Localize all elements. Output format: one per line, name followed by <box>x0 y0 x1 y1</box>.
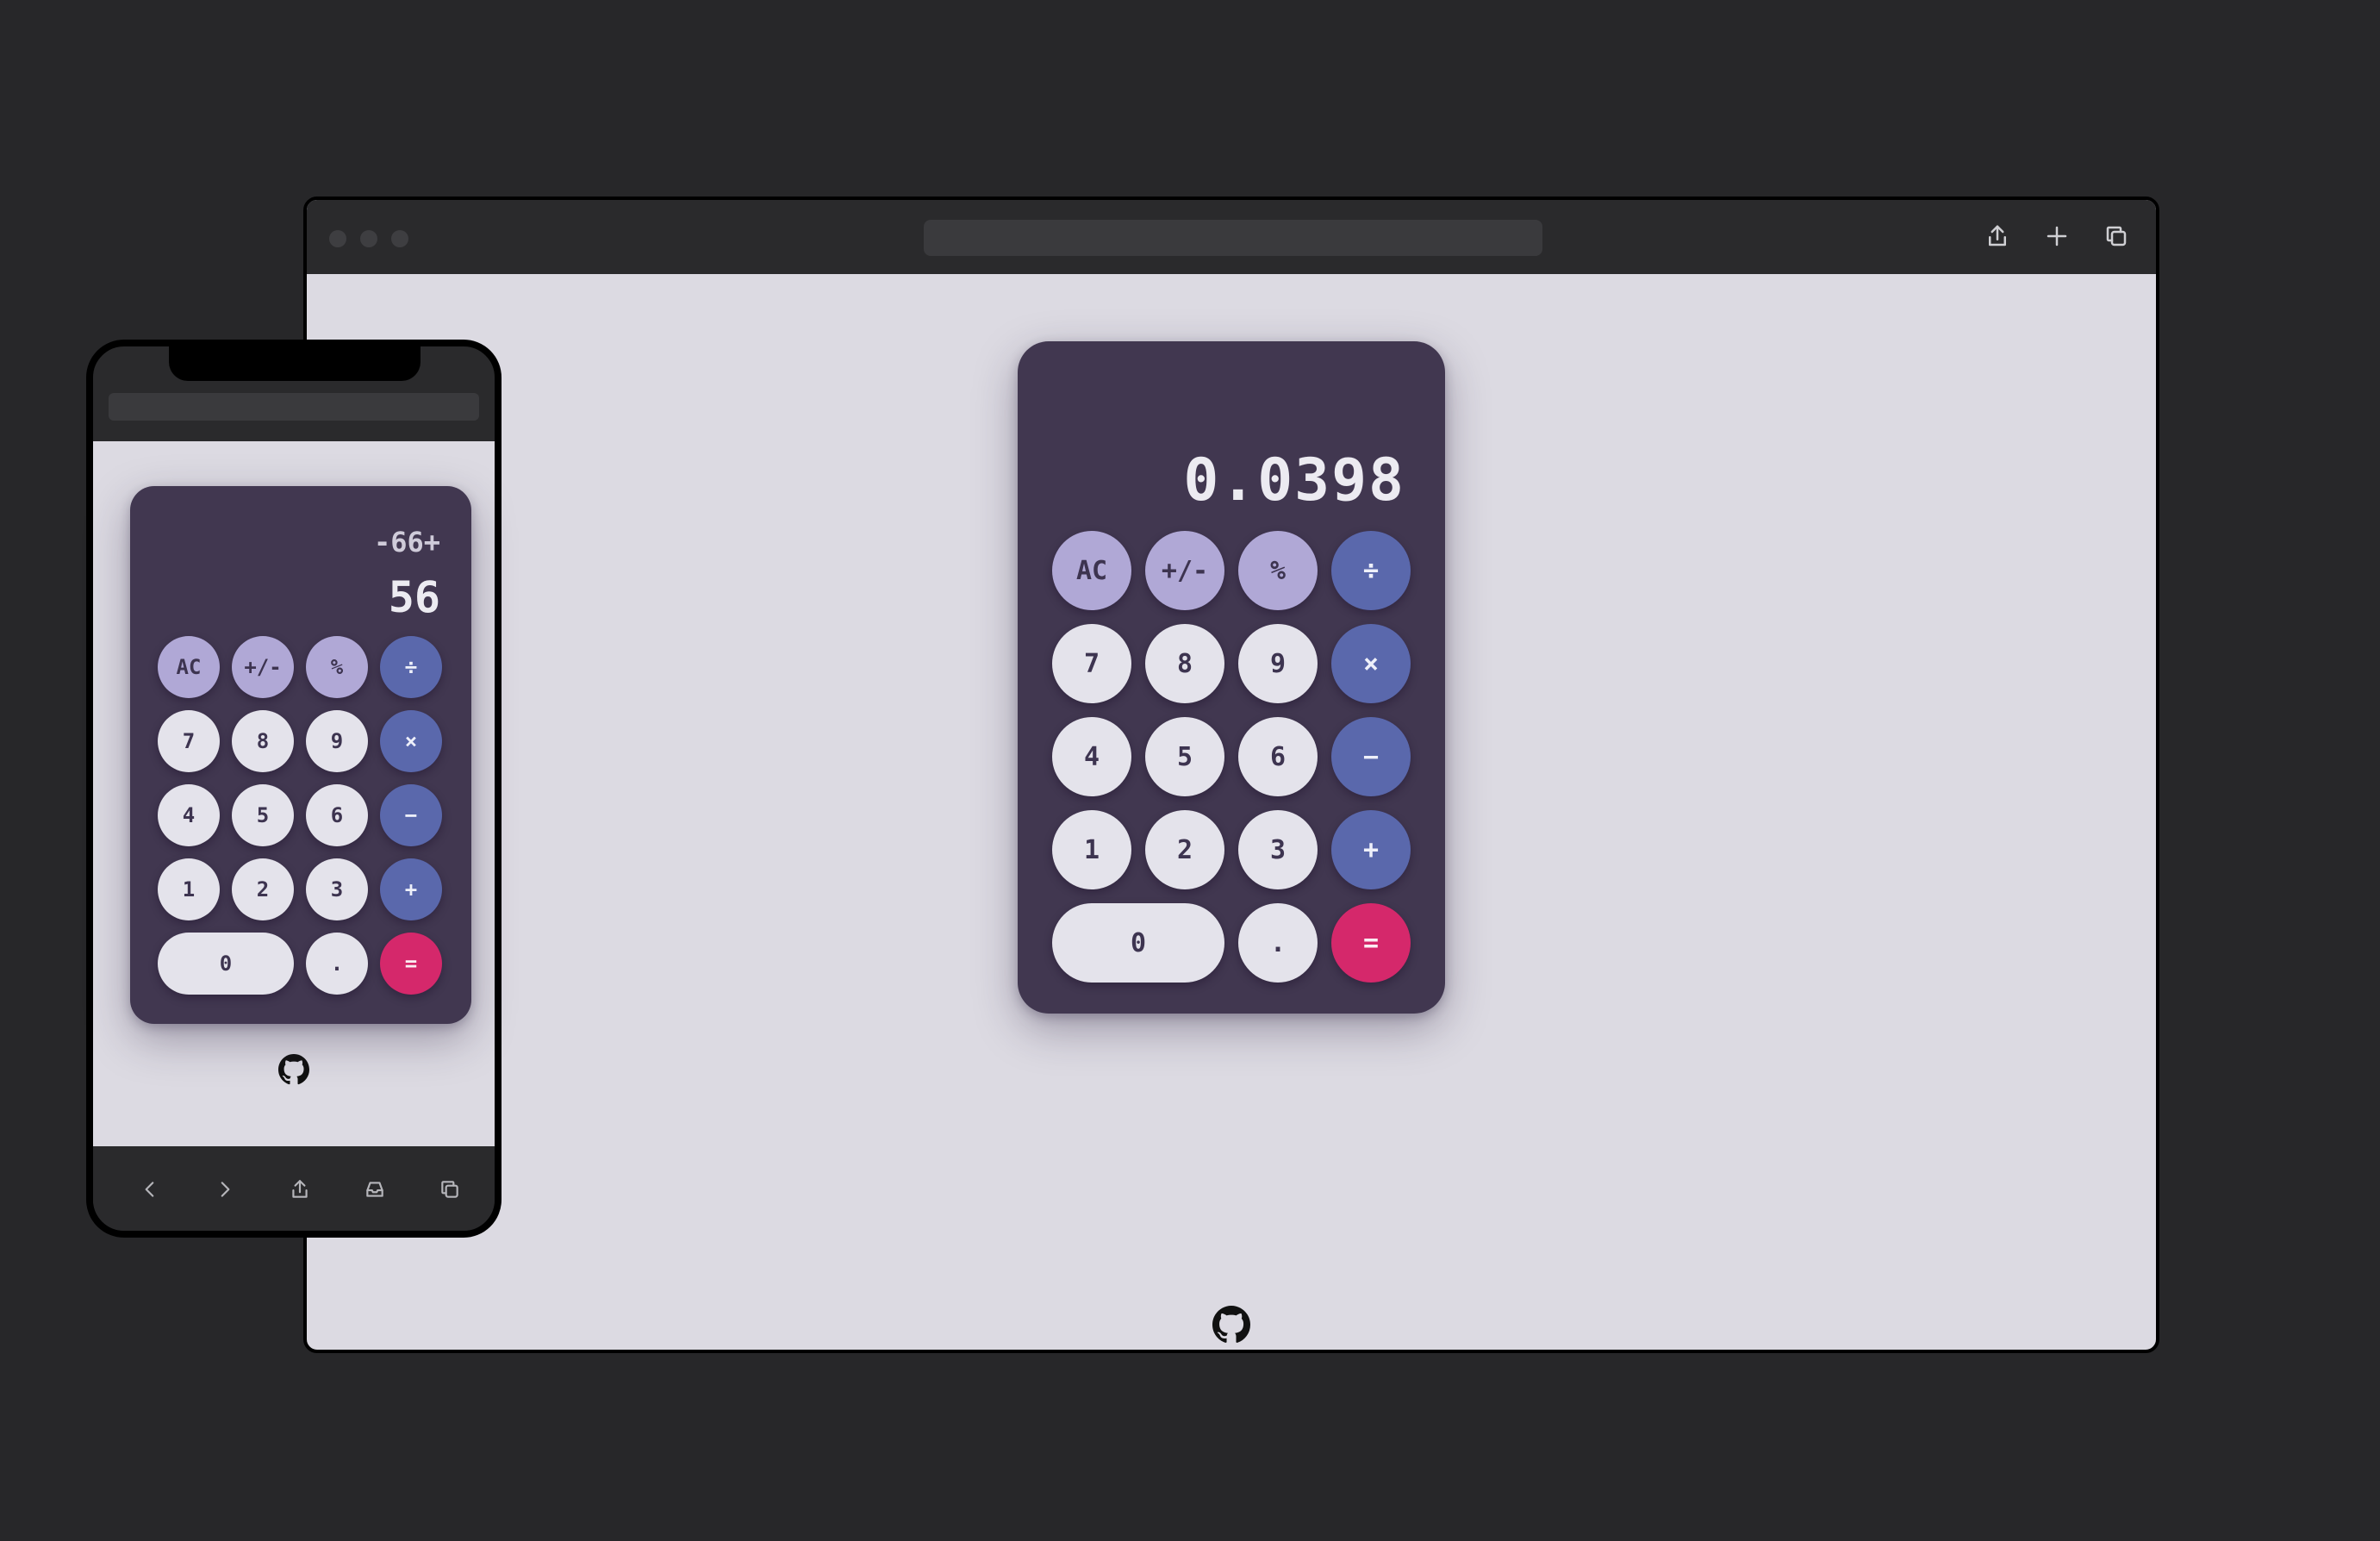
key-3[interactable]: 3 <box>1238 810 1318 889</box>
key-1[interactable]: 1 <box>158 858 220 920</box>
key-add[interactable]: + <box>380 858 442 920</box>
key-all-clear[interactable]: AC <box>1052 531 1131 610</box>
key-6[interactable]: 6 <box>306 784 368 846</box>
calculator-desktop: 0.0398 AC +/- % ÷ 7 8 9 × 4 5 6 − 1 2 3 … <box>1018 341 1445 1014</box>
key-divide[interactable]: ÷ <box>1331 531 1411 610</box>
address-bar[interactable] <box>924 220 1542 256</box>
inbox-icon[interactable] <box>358 1172 392 1207</box>
window-minimize-dot[interactable] <box>360 230 377 247</box>
share-icon[interactable] <box>283 1172 317 1207</box>
forward-icon[interactable] <box>208 1172 242 1207</box>
calculator-previous-operand: -66+ <box>373 526 440 558</box>
key-toggle-sign[interactable]: +/- <box>1145 531 1224 610</box>
github-icon[interactable] <box>276 1051 312 1088</box>
plus-icon[interactable] <box>2040 219 2074 253</box>
key-9[interactable]: 9 <box>306 710 368 772</box>
key-4[interactable]: 4 <box>158 784 220 846</box>
key-2[interactable]: 2 <box>232 858 294 920</box>
key-multiply[interactable]: × <box>1331 624 1411 703</box>
key-subtract[interactable]: − <box>380 784 442 846</box>
phone-address-bar[interactable] <box>109 393 479 421</box>
key-decimal[interactable]: . <box>306 933 368 995</box>
key-divide[interactable]: ÷ <box>380 636 442 698</box>
tabs-icon[interactable] <box>433 1172 467 1207</box>
calculator-display: 56 <box>388 572 440 622</box>
calculator-display: 0.0398 <box>1183 446 1405 515</box>
key-7[interactable]: 7 <box>1052 624 1131 703</box>
key-add[interactable]: + <box>1331 810 1411 889</box>
key-equals[interactable]: = <box>1331 903 1411 983</box>
key-1[interactable]: 1 <box>1052 810 1131 889</box>
key-equals[interactable]: = <box>380 933 442 995</box>
key-5[interactable]: 5 <box>1145 717 1224 796</box>
key-7[interactable]: 7 <box>158 710 220 772</box>
key-2[interactable]: 2 <box>1145 810 1224 889</box>
key-9[interactable]: 9 <box>1238 624 1318 703</box>
github-icon[interactable] <box>1212 1305 1251 1344</box>
back-icon[interactable] <box>133 1172 167 1207</box>
share-icon[interactable] <box>1980 219 2015 253</box>
browser-toolbar <box>307 200 2156 274</box>
key-toggle-sign[interactable]: +/- <box>232 636 294 698</box>
key-multiply[interactable]: × <box>380 710 442 772</box>
key-0[interactable]: 0 <box>1052 903 1224 983</box>
key-6[interactable]: 6 <box>1238 717 1318 796</box>
key-percent[interactable]: % <box>306 636 368 698</box>
key-subtract[interactable]: − <box>1331 717 1411 796</box>
key-8[interactable]: 8 <box>1145 624 1224 703</box>
phone-toolbar <box>93 1146 495 1231</box>
tabs-icon[interactable] <box>2099 219 2134 253</box>
phone-notch <box>169 346 421 381</box>
key-all-clear[interactable]: AC <box>158 636 220 698</box>
window-zoom-dot[interactable] <box>391 230 408 247</box>
key-5[interactable]: 5 <box>232 784 294 846</box>
key-percent[interactable]: % <box>1238 531 1318 610</box>
key-0[interactable]: 0 <box>158 933 294 995</box>
key-3[interactable]: 3 <box>306 858 368 920</box>
calculator-phone: -66+ 56 AC +/- % ÷ 7 8 9 × 4 5 6 − 1 2 3… <box>130 486 471 1024</box>
key-4[interactable]: 4 <box>1052 717 1131 796</box>
window-close-dot[interactable] <box>329 230 346 247</box>
key-8[interactable]: 8 <box>232 710 294 772</box>
key-decimal[interactable]: . <box>1238 903 1318 983</box>
